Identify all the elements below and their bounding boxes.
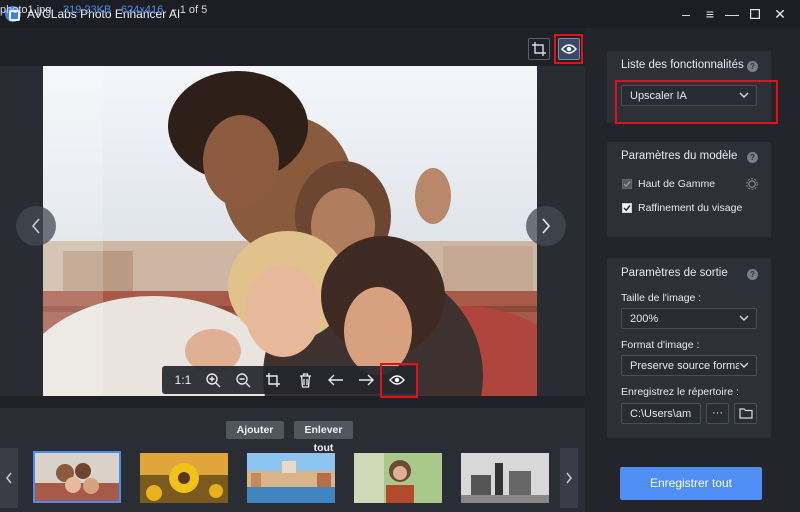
add-button[interactable]: Ajouter	[226, 421, 284, 439]
chevron-right-icon	[542, 218, 551, 234]
zoom-out-icon[interactable]	[232, 370, 254, 390]
image-size-value: 200%	[630, 313, 659, 325]
crop-icon[interactable]	[262, 370, 284, 390]
high-end-checkbox[interactable]	[622, 179, 632, 189]
chevron-right-icon	[566, 472, 572, 484]
output-dir-value: C:\Users\am	[630, 408, 692, 420]
thumbnail-woman-portrait[interactable]	[354, 453, 442, 503]
minimize-button[interactable]: —	[722, 4, 742, 24]
model-title: Paramètres du modèle	[621, 150, 738, 162]
close-icon[interactable]: ✕	[770, 4, 790, 24]
trash-icon[interactable]	[294, 370, 316, 390]
thumbnail-city-grayscale[interactable]	[461, 453, 549, 503]
crop-button[interactable]	[528, 38, 550, 60]
high-end-label: Haut de Gamme	[638, 178, 716, 190]
zoom-in-icon[interactable]	[202, 370, 224, 390]
chevron-down-icon	[739, 315, 749, 321]
face-refine-label: Raffinement du visage	[638, 202, 743, 214]
chevron-left-icon	[31, 218, 40, 234]
help-icon[interactable]: ?	[747, 269, 758, 280]
highlight-box	[554, 34, 583, 64]
file-index: - 1 of 5	[173, 4, 208, 16]
file-size: 319.23KB	[63, 4, 112, 16]
thumbnail-venice-canal[interactable]	[247, 453, 335, 503]
main-photo[interactable]	[43, 66, 537, 396]
folder-icon	[738, 408, 753, 419]
thumbnail-prev-button[interactable]	[0, 448, 18, 508]
open-folder-button[interactable]	[734, 403, 757, 424]
thumbnail-sunflower[interactable]	[140, 453, 228, 503]
image-format-label: Format d'image :	[621, 339, 700, 351]
image-size-select[interactable]: 200%	[621, 308, 757, 329]
image-format-value: Preserve source format	[630, 360, 745, 372]
next-image-button[interactable]	[526, 206, 566, 246]
crop-icon	[532, 42, 546, 56]
help-icon[interactable]: ?	[747, 152, 758, 163]
output-title: Paramètres de sortie	[621, 267, 728, 279]
thumbnail-next-button[interactable]	[560, 448, 578, 508]
maximize-icon[interactable]	[745, 4, 765, 24]
minus-icon[interactable]: –	[676, 4, 696, 24]
output-dir-label: Enregistrez le répertoire :	[621, 386, 739, 398]
save-all-button[interactable]: Enregistrer tout	[620, 467, 762, 500]
menu-icon[interactable]: ≡	[700, 4, 720, 24]
help-icon[interactable]: ?	[747, 61, 758, 72]
features-title: Liste des fonctionnalités	[621, 59, 744, 71]
zoom-1-1-button[interactable]: 1:1	[172, 370, 194, 390]
highlight-box	[615, 80, 778, 124]
file-dimensions: 624x416	[121, 4, 164, 16]
browse-options-button[interactable]: ···	[706, 403, 729, 424]
image-size-label: Taille de l'image :	[621, 292, 702, 304]
highlight-box	[380, 363, 418, 398]
file-name: photo1.jpg	[0, 4, 52, 16]
previous-image-button[interactable]	[16, 206, 56, 246]
image-format-select[interactable]: Preserve source format	[621, 355, 757, 376]
face-refine-checkbox[interactable]	[622, 203, 632, 213]
arrow-left-icon[interactable]	[325, 370, 347, 390]
arrow-right-icon[interactable]	[355, 370, 377, 390]
thumbnail-friends-selfie[interactable]	[33, 451, 121, 503]
gear-icon[interactable]	[746, 178, 758, 193]
remove-all-button[interactable]: Enlever tout	[294, 421, 353, 454]
chevron-left-icon	[6, 472, 12, 484]
output-dir-input[interactable]: C:\Users\am	[621, 403, 701, 424]
chevron-down-icon	[739, 362, 749, 369]
